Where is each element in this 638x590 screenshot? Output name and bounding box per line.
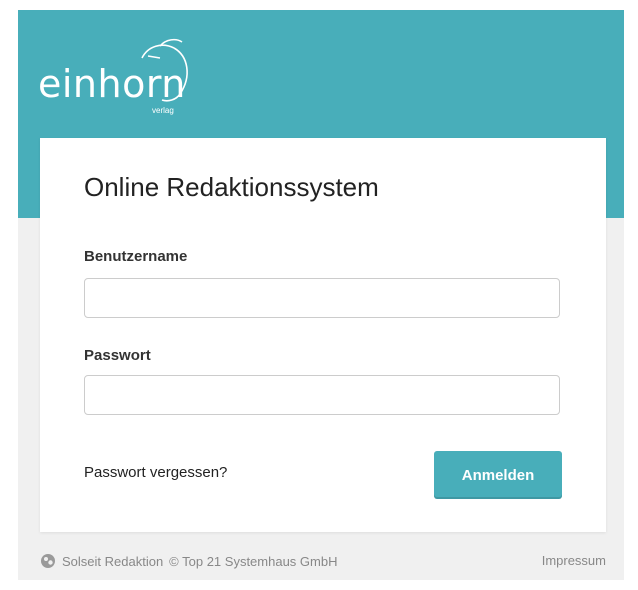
footer-credits: Solseit Redaktion © Top 21 Systemhaus Gm… [40, 553, 337, 569]
solseit-icon [41, 554, 55, 568]
login-card: Online Redaktionssystem Benutzername Pas… [40, 138, 606, 532]
username-label: Benutzername [84, 248, 188, 265]
logo-subtext: verlag [152, 106, 174, 115]
logo-wordmark: einhorn [38, 62, 186, 106]
footer-copyright: © Top 21 Systemhaus GmbH [169, 553, 338, 569]
page-title: Online Redaktionssystem [84, 172, 379, 202]
footer-product: Solseit Redaktion [62, 553, 164, 569]
einhorn-logo[interactable]: einhorn verlag [38, 38, 198, 118]
page-canvas: einhorn verlag Online Redaktionssystem B… [18, 10, 624, 580]
username-input[interactable] [84, 278, 560, 318]
password-input[interactable] [84, 375, 560, 415]
forgot-password-link[interactable]: Passwort vergessen? [84, 464, 227, 481]
password-label: Passwort [84, 347, 151, 364]
imprint-link[interactable]: Impressum [542, 553, 606, 568]
login-button[interactable]: Anmelden [434, 451, 562, 499]
